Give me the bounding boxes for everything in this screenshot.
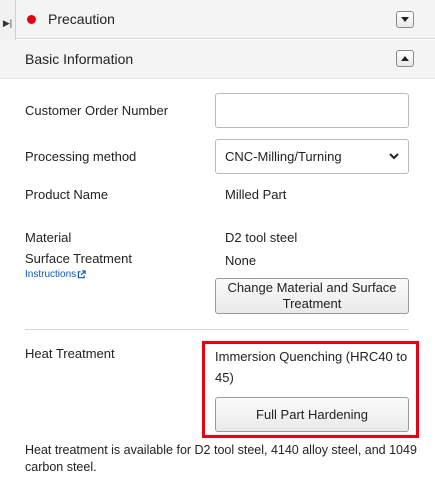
heat-treatment-label: Heat Treatment <box>25 346 115 361</box>
product-name-label: Product Name <box>25 187 109 202</box>
processing-method-label: Processing method <box>25 149 137 164</box>
basic-information-header[interactable]: Basic Information <box>0 40 435 79</box>
surface-treatment-label: Surface Treatment <box>25 251 132 266</box>
customer-order-number-input[interactable] <box>215 93 409 128</box>
precaution-header[interactable]: Precaution <box>16 0 435 39</box>
change-material-button[interactable]: Change Material and Surface Treatment <box>215 278 409 314</box>
processing-method-value: CNC-Milling/Turning <box>225 149 342 164</box>
section-divider <box>25 329 409 330</box>
precaution-title: Precaution <box>48 11 115 27</box>
instructions-link[interactable]: Instructions <box>25 269 86 280</box>
basic-information-title: Basic Information <box>25 51 134 67</box>
precaution-toggle-button[interactable] <box>396 11 414 28</box>
chevron-up-icon <box>401 56 409 61</box>
basic-information-toggle-button[interactable] <box>396 50 414 67</box>
chevron-down-icon <box>401 17 409 22</box>
chevron-down-icon <box>389 153 399 160</box>
heat-treatment-value: Immersion Quenching (HRC40 to 45) <box>215 349 408 385</box>
precaution-indicator <box>27 14 36 24</box>
material-label: Material <box>25 230 72 245</box>
external-link-icon <box>77 270 86 279</box>
full-part-hardening-button[interactable]: Full Part Hardening <box>215 397 409 432</box>
instructions-link-label: Instructions <box>25 269 77 280</box>
product-name-value: Milled Part <box>225 187 287 202</box>
heat-treatment-note: Heat treatment is available for D2 tool … <box>25 443 417 474</box>
processing-method-select[interactable]: CNC-Milling/Turning <box>215 139 409 174</box>
surface-treatment-value: None <box>225 253 257 268</box>
customer-order-number-label: Customer Order Number <box>25 103 169 118</box>
collapse-panel-icon: ▶︎| <box>2 18 13 28</box>
material-value: D2 tool steel <box>225 230 298 245</box>
